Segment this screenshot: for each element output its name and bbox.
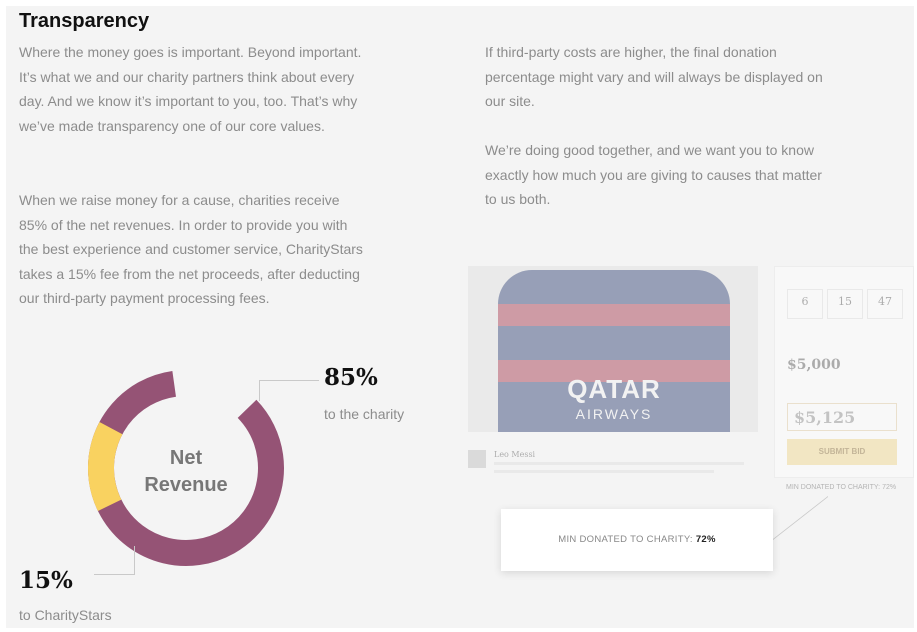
right-paragraph-1: If third-party costs are higher, the fin… <box>485 44 823 109</box>
min-donated-label: MIN DONATED TO CHARITY: <box>558 534 693 545</box>
shirt-stripe-1 <box>498 304 730 326</box>
comment-line <box>494 462 744 465</box>
charitystars-label: to CharityStars <box>19 607 112 623</box>
left-paragraph-1: Where the money goes is important. Beyon… <box>19 44 362 134</box>
center-label-line1: Net <box>170 447 203 469</box>
revenue-donut-chart: Net Revenue <box>88 370 284 566</box>
center-label-line2: Revenue <box>144 474 227 496</box>
shirt-shape: QATAR AIRWAYS <box>498 270 730 432</box>
countdown-minutes: 47 <box>867 289 903 319</box>
charity-label: to the charity <box>324 406 405 422</box>
comment-feed: Leo Messi <box>468 444 758 494</box>
charity-leader-line <box>259 380 319 401</box>
bid-panel: 6 15 47 $5,000 $5,125 SUBMIT BID <box>774 266 914 478</box>
section-title: Transparency <box>19 10 150 32</box>
jersey-image: QATAR AIRWAYS <box>468 266 758 432</box>
left-paragraph-2: When we raise money for a cause, chariti… <box>19 192 363 306</box>
comment-author: Leo Messi <box>494 450 536 459</box>
charitystars-percent: 15% <box>19 567 73 594</box>
min-donated-value: 72% <box>695 534 716 545</box>
min-donated-callout: MIN DONATED TO CHARITY: 72% <box>501 509 773 571</box>
right-paragraph-2: We’re doing good together, and we want y… <box>485 142 822 207</box>
charitystars-leader-line <box>94 546 135 575</box>
avatar <box>468 450 486 468</box>
countdown-days: 6 <box>787 289 823 319</box>
jersey-sponsor-text-2: AIRWAYS <box>575 406 653 422</box>
jersey-sponsor-text: QATAR <box>567 374 661 404</box>
comment-line <box>494 470 714 473</box>
min-donated-text: MIN DONATED TO CHARITY: 72% <box>501 534 773 545</box>
submit-bid-button: SUBMIT BID <box>787 439 897 465</box>
current-bid: $5,000 <box>787 357 841 373</box>
charity-percent: 85% <box>324 364 378 391</box>
transparency-section: Transparency Where the money goes is imp… <box>6 6 914 628</box>
bid-input: $5,125 <box>787 403 897 431</box>
countdown-hours: 15 <box>827 289 863 319</box>
